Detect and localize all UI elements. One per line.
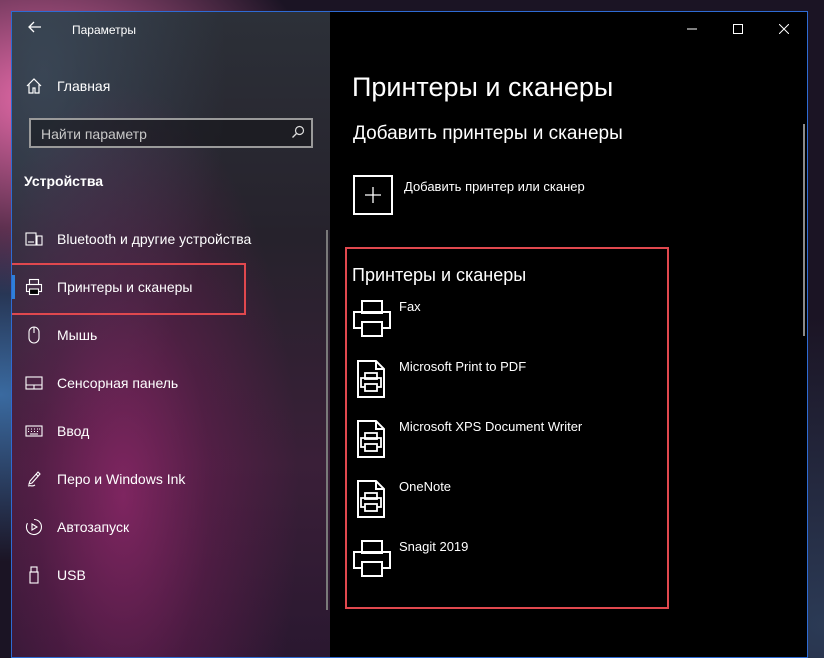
- navigation-pane: Параметры Главная Устройства Bluetooth и…: [12, 12, 330, 657]
- printer-item-onenote[interactable]: OneNote: [352, 479, 652, 529]
- maximize-icon: [733, 24, 743, 34]
- app-title: Параметры: [72, 23, 136, 37]
- document-printer-icon: [357, 360, 385, 398]
- sidebar-item-label: Ввод: [57, 423, 90, 439]
- title-bar: Параметры: [12, 12, 330, 46]
- add-section-title: Добавить принтеры и сканеры: [353, 123, 623, 144]
- search-icon[interactable]: [291, 125, 305, 144]
- sidebar-item-label: Перо и Windows Ink: [57, 471, 186, 487]
- content-pane: Принтеры и сканеры Добавить принтеры и с…: [330, 12, 807, 657]
- pen-icon: [24, 469, 44, 489]
- sidebar-item-label: Сенсорная панель: [57, 375, 179, 391]
- touchpad-icon: [24, 373, 44, 393]
- sidebar-item-label: Принтеры и сканеры: [57, 279, 193, 295]
- settings-window: Параметры Главная Устройства Bluetooth и…: [11, 11, 808, 658]
- sidebar-item-bluetooth[interactable]: Bluetooth и другие устройства: [12, 217, 330, 261]
- printers-list-title: Принтеры и сканеры: [352, 265, 527, 285]
- printer-icon: [353, 300, 391, 337]
- printer-item-xps[interactable]: Microsoft XPS Document Writer: [352, 419, 652, 469]
- printer-name: Snagit 2019: [399, 539, 469, 554]
- sidebar-item-usb[interactable]: USB: [12, 553, 330, 597]
- close-button[interactable]: [761, 12, 807, 46]
- plus-icon: [365, 187, 381, 203]
- printer-name: Microsoft XPS Document Writer: [399, 419, 583, 434]
- minimize-button[interactable]: [669, 12, 715, 46]
- page-title: Принтеры и сканеры: [352, 72, 614, 102]
- printer-item-pdf[interactable]: Microsoft Print to PDF: [352, 359, 652, 409]
- search-input[interactable]: [39, 124, 283, 144]
- sidebar-item-pen[interactable]: Перо и Windows Ink: [12, 457, 330, 501]
- printer-icon: [24, 277, 44, 297]
- section-title-devices: Устройства: [24, 173, 104, 189]
- document-printer-icon: [357, 420, 385, 458]
- sidebar-item-label: Мышь: [57, 327, 98, 343]
- sidebar-item-label: Автозапуск: [57, 519, 130, 535]
- search-box[interactable]: [29, 118, 313, 148]
- sidebar-item-printers[interactable]: Принтеры и сканеры: [12, 265, 330, 309]
- sidebar-item-label: USB: [57, 567, 86, 583]
- sidebar-item-autoplay[interactable]: Автозапуск: [12, 505, 330, 549]
- add-printer-button[interactable]: [353, 175, 393, 215]
- usb-icon: [24, 565, 44, 585]
- sidebar-item-typing[interactable]: Ввод: [12, 409, 330, 453]
- sidebar-item-mouse[interactable]: Мышь: [12, 313, 330, 357]
- home-icon: [24, 76, 44, 96]
- sidebar-item-label: Bluetooth и другие устройства: [57, 231, 252, 247]
- printer-icon: [353, 540, 391, 577]
- back-arrow-icon: [28, 21, 41, 33]
- maximize-button[interactable]: [715, 12, 761, 46]
- close-icon: [779, 24, 789, 34]
- printer-name: Fax: [399, 299, 421, 314]
- back-button[interactable]: [22, 18, 48, 40]
- printer-item-snagit[interactable]: Snagit 2019: [352, 539, 652, 589]
- document-printer-icon: [357, 480, 385, 518]
- minimize-icon: [687, 28, 697, 30]
- bluetooth-devices-icon: [24, 229, 44, 249]
- autoplay-icon: [24, 517, 44, 537]
- sidebar-item-touchpad[interactable]: Сенсорная панель: [12, 361, 330, 405]
- nav-home-label: Главная: [57, 78, 111, 94]
- add-printer-label[interactable]: Добавить принтер или сканер: [404, 179, 585, 194]
- nav-scrollbar[interactable]: [326, 230, 328, 610]
- content-scrollbar[interactable]: [803, 124, 805, 336]
- printer-name: OneNote: [399, 479, 452, 494]
- nav-home[interactable]: Главная: [12, 64, 330, 108]
- printer-item-fax[interactable]: Fax: [352, 299, 652, 349]
- keyboard-icon: [24, 421, 44, 441]
- printer-name: Microsoft Print to PDF: [399, 359, 527, 374]
- mouse-icon: [24, 325, 44, 345]
